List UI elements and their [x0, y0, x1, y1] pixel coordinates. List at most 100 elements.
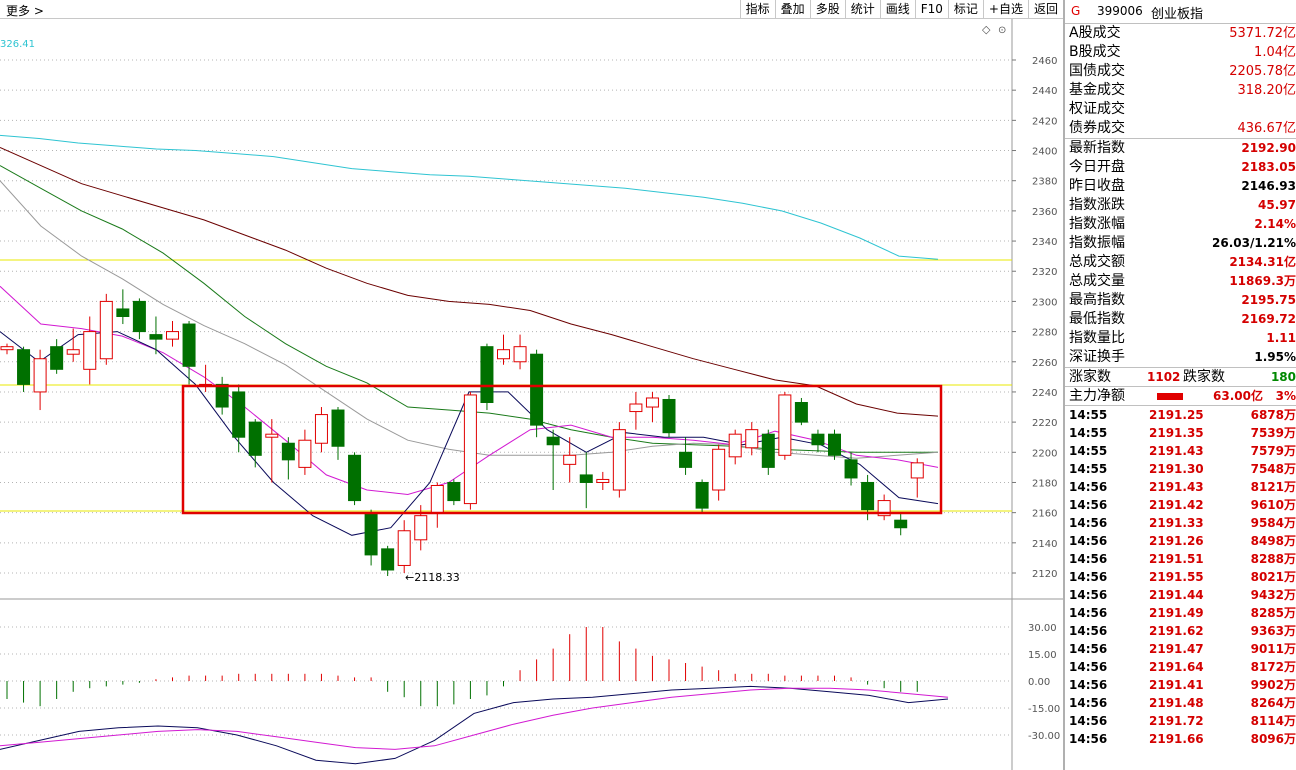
dea-line — [0, 687, 949, 750]
quote-label: 总成交额 — [1069, 254, 1125, 270]
candle — [215, 376, 229, 415]
overlay-button[interactable]: 叠加 — [774, 0, 810, 19]
tick-row: 14:56 2191.51 8288万 — [1065, 550, 1296, 568]
tick-row: 14:56 2191.49 8285万 — [1065, 604, 1296, 622]
quote-label: 指数量比 — [1069, 330, 1125, 346]
tick-row: 14:55 2191.43 7579万 — [1065, 442, 1296, 460]
quote-row: 总成交量 11869.3万 — [1065, 272, 1296, 291]
f10-button[interactable]: F10 — [914, 0, 948, 19]
more-menu[interactable]: 更多 > — [6, 2, 44, 19]
indicator-tick: 0.00 — [1028, 677, 1050, 688]
stock-code: 399006 — [1097, 4, 1143, 18]
quote-label: 指数涨幅 — [1069, 216, 1125, 232]
tick-price: 2191.35 — [1149, 426, 1204, 440]
tick-list[interactable]: 14:55 2191.25 6878万 14:55 2191.35 7539万 14:55 2… — [1065, 405, 1296, 748]
candle — [397, 520, 411, 573]
candle — [33, 349, 47, 411]
turnover-row: B股成交 1.04亿 — [1065, 43, 1296, 62]
turnover-value: 436.67亿 — [1237, 121, 1296, 136]
candle — [447, 479, 461, 506]
quote-value: 1.11 — [1266, 331, 1296, 345]
tick-row: 14:56 2191.55 8021万 — [1065, 568, 1296, 586]
tick-price: 2191.51 — [1149, 552, 1204, 566]
tick-time: 14:56 — [1069, 498, 1108, 512]
low-price-marker: ←2118.33 — [405, 571, 460, 584]
candle — [679, 437, 693, 475]
tick-volume: 9610万 — [1250, 498, 1296, 512]
tick-volume: 8096万 — [1250, 732, 1296, 746]
tick-row: 14:55 2191.30 7548万 — [1065, 460, 1296, 478]
tick-time: 14:55 — [1069, 462, 1108, 476]
quote-value: 45.97 — [1258, 198, 1296, 212]
turnover-row: 债券成交 436.67亿 — [1065, 119, 1296, 138]
indicator-tick: -30.00 — [1028, 731, 1060, 742]
candle — [894, 512, 908, 536]
tick-volume: 7539万 — [1250, 426, 1296, 440]
tick-time: 14:56 — [1069, 714, 1108, 728]
tick-volume: 9011万 — [1250, 642, 1296, 656]
code-prefix: G — [1071, 4, 1081, 18]
tick-time: 14:56 — [1069, 552, 1108, 566]
tick-volume: 8288万 — [1250, 552, 1296, 566]
tick-time: 14:55 — [1069, 426, 1108, 440]
tick-row: 14:55 2191.25 6878万 — [1065, 406, 1296, 424]
quote-row: 深证换手 1.95% — [1065, 348, 1296, 367]
up-count-label: 涨家数 — [1069, 369, 1111, 385]
settings-icon[interactable]: ⊙ — [998, 25, 1006, 36]
price-tick: 2360 — [1032, 207, 1057, 218]
quote-row: 指数量比 1.11 — [1065, 329, 1296, 348]
tick-price: 2191.62 — [1149, 624, 1204, 638]
candlesticks — [0, 289, 924, 577]
price-tick: 2380 — [1032, 177, 1057, 188]
candle — [745, 422, 759, 456]
draw-line-button[interactable]: 画线 — [879, 0, 915, 19]
price-tick: 2180 — [1032, 478, 1057, 489]
turnover-label: 国债成交 — [1069, 63, 1125, 79]
tick-time: 14:55 — [1069, 408, 1108, 422]
add-watchlist-button[interactable]: +自选 — [982, 0, 1028, 19]
candle — [232, 384, 246, 453]
candle — [199, 364, 213, 392]
quote-row: 最低指数 2169.72 — [1065, 310, 1296, 329]
multi-stock-button[interactable]: 多股 — [809, 0, 845, 19]
down-count: 180 — [1270, 370, 1296, 384]
candle — [612, 422, 626, 498]
tick-volume: 8498万 — [1250, 534, 1296, 548]
candle — [728, 429, 742, 465]
turnover-label: 基金成交 — [1069, 82, 1125, 98]
turnover-label: 权证成交 — [1069, 101, 1125, 117]
quote-row: 指数振幅 26.03/1.21% — [1065, 234, 1296, 253]
candle — [166, 321, 179, 347]
kline-chart[interactable]: ←2118.33 ◇ ⊙ 2460 2440 2420 2400 2380 2360 234… — [0, 19, 1063, 770]
tick-row: 14:56 2191.47 9011万 — [1065, 640, 1296, 658]
tick-time: 14:56 — [1069, 678, 1108, 692]
quote-panel: G 399006 创业板指 A股成交 5371.72亿 B股成交 1.04亿 国债成交 2… — [1063, 0, 1296, 770]
diamond-icon[interactable]: ◇ — [982, 23, 991, 36]
price-axis: 2460 2440 2420 2400 2380 2360 2340 2320 2300 2280… — [1012, 56, 1057, 580]
tick-volume: 8121万 — [1250, 480, 1296, 494]
price-tick: 2260 — [1032, 358, 1057, 369]
candle — [480, 343, 494, 411]
candle — [662, 394, 676, 438]
candle — [298, 429, 312, 475]
tick-time: 14:56 — [1069, 570, 1108, 584]
statistics-button[interactable]: 统计 — [844, 0, 880, 19]
quote-label: 总成交量 — [1069, 273, 1125, 289]
tick-row: 14:56 2191.43 8121万 — [1065, 478, 1296, 496]
main-flow-bar — [1157, 393, 1183, 400]
turnover-label: 债券成交 — [1069, 120, 1125, 136]
tick-row: 14:56 2191.44 9432万 — [1065, 586, 1296, 604]
candle — [0, 343, 14, 355]
tick-price: 2191.48 — [1149, 696, 1204, 710]
quote-label: 最低指数 — [1069, 311, 1125, 327]
tick-volume: 9363万 — [1250, 624, 1296, 638]
tick-price: 2191.49 — [1149, 606, 1204, 620]
mark-button[interactable]: 标记 — [947, 0, 983, 19]
quote-row: 指数涨跌 45.97 — [1065, 196, 1296, 215]
candle — [712, 444, 726, 501]
candle — [828, 429, 841, 460]
tick-volume: 7548万 — [1250, 462, 1296, 476]
quote-value: 2192.90 — [1241, 141, 1296, 155]
back-button[interactable]: 返回 — [1027, 0, 1063, 19]
indicator-button[interactable]: 指标 — [739, 0, 775, 19]
